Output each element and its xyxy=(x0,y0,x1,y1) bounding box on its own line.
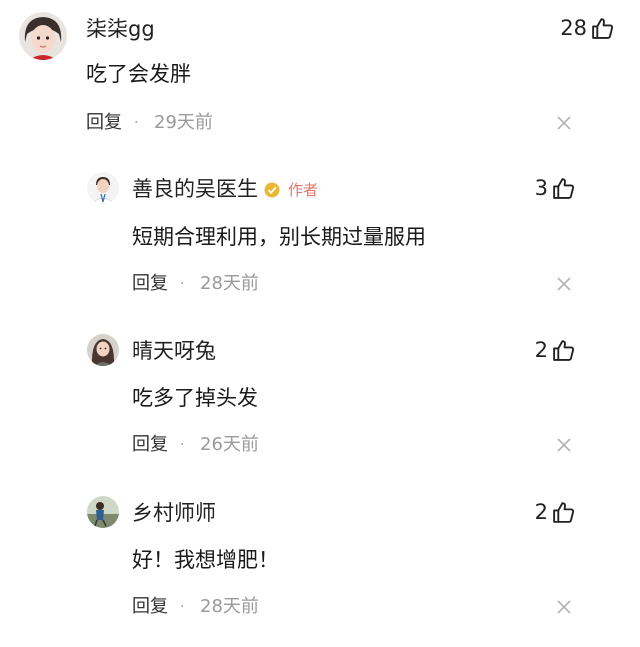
username: 善良的吴医生 作者 xyxy=(132,179,318,200)
comment-item: 乡村师师 好！我想增肥！ 2 回复 · 28天前 xyxy=(0,484,640,647)
separator-dot: · xyxy=(180,599,185,615)
user-avatar-icon xyxy=(87,334,119,366)
like-count: 2 xyxy=(534,500,548,524)
thumbs-up-icon xyxy=(553,178,575,199)
comment-item: 善良的吴医生 作者 短期合理利用，别长期过量服用 3 回复 · 28天前 xyxy=(0,160,640,322)
separator-dot: · xyxy=(134,115,139,131)
comment-text: 短期合理利用，别长期过量服用 xyxy=(132,225,426,249)
thumbs-up-icon xyxy=(553,340,575,361)
avatar[interactable] xyxy=(87,172,119,204)
like-button[interactable]: 28 xyxy=(560,16,615,41)
timestamp: 29天前 xyxy=(154,112,213,133)
separator-dot: · xyxy=(180,276,185,292)
like-button[interactable]: 3 xyxy=(535,176,576,201)
reply-button[interactable]: 回复 xyxy=(132,275,168,293)
avatar[interactable] xyxy=(19,12,67,60)
comment-text: 好！我想增肥！ xyxy=(132,548,279,572)
like-button[interactable]: 2 xyxy=(535,500,576,525)
username[interactable]: 柒柒gg xyxy=(86,19,155,40)
timestamp: 28天前 xyxy=(200,596,259,617)
comment-item: 柒柒gg 吃了会发胖 28 回复 · 29天前 xyxy=(0,0,640,160)
author-tag: 作者 xyxy=(288,180,319,199)
reply-button[interactable]: 回复 xyxy=(132,436,168,454)
comment-text: 吃了会发胖 xyxy=(86,62,191,86)
verified-badge-icon xyxy=(264,182,280,198)
user-avatar-icon xyxy=(87,496,119,528)
timestamp: 28天前 xyxy=(200,273,259,294)
like-count: 3 xyxy=(534,176,548,200)
comment-item: 晴天呀兔 吃多了掉头发 2 回复 · 26天前 xyxy=(0,322,640,484)
close-icon[interactable] xyxy=(556,115,572,131)
avatar[interactable] xyxy=(87,334,119,366)
reply-button[interactable]: 回复 xyxy=(132,598,168,616)
like-count: 2 xyxy=(534,338,548,362)
thumbs-up-icon xyxy=(553,502,575,523)
close-icon[interactable] xyxy=(556,276,572,292)
like-count: 28 xyxy=(560,16,587,40)
username[interactable]: 乡村师师 xyxy=(132,503,216,524)
avatar[interactable] xyxy=(87,496,119,528)
username-text[interactable]: 善良的吴医生 xyxy=(132,177,258,201)
reply-button[interactable]: 回复 xyxy=(86,114,122,132)
timestamp: 26天前 xyxy=(200,434,259,455)
user-avatar-icon xyxy=(19,12,67,60)
like-button[interactable]: 2 xyxy=(535,338,576,363)
username[interactable]: 晴天呀兔 xyxy=(132,341,216,362)
separator-dot: · xyxy=(180,437,185,453)
thumbs-up-icon xyxy=(592,18,614,39)
user-avatar-icon xyxy=(87,172,119,204)
comment-text: 吃多了掉头发 xyxy=(132,386,258,410)
close-icon[interactable] xyxy=(556,599,572,615)
close-icon[interactable] xyxy=(556,437,572,453)
